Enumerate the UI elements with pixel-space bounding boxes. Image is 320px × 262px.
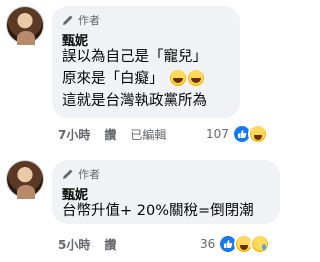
author-badge: 作者 (62, 12, 100, 28)
pen-icon (63, 15, 73, 25)
comment-meta: 5小時 讚 (58, 236, 130, 253)
author-badge-label: 作者 (78, 14, 100, 27)
comment-text-line: 台幣升值+ 20%關稅=倒閉潮 (62, 203, 254, 219)
haha-icon (247, 124, 268, 144)
avatar[interactable] (6, 160, 44, 199)
comment-timestamp[interactable]: 5小時 (58, 236, 90, 253)
like-action[interactable]: 讚 (104, 126, 116, 143)
reaction-summary[interactable]: 36 (200, 234, 271, 254)
comment-text-line-text: 原來是「白癡」 (62, 71, 164, 87)
sad-icon (250, 234, 271, 254)
avatar[interactable] (6, 6, 44, 45)
comment-bubble: 作者 甄妮 誤以為自己是「寵兒」 原來是「白癡」 這就是台灣執政黨所為 (52, 6, 240, 118)
author-badge: 作者 (62, 166, 100, 182)
comment-text-line: 誤以為自己是「寵兒」 (62, 49, 207, 65)
author-badge-label: 作者 (78, 168, 100, 181)
grinning-emoji-icon (170, 70, 187, 86)
reaction-summary[interactable]: 107 (206, 124, 268, 144)
like-action[interactable]: 讚 (104, 236, 116, 253)
grinning-emoji-icon (188, 70, 205, 86)
comment-text-line: 原來是「白癡」 (62, 70, 205, 88)
reaction-count: 107 (206, 127, 229, 141)
comment-text-line: 這就是台灣執政黨所為 (62, 93, 207, 109)
reaction-count: 36 (200, 237, 216, 251)
pen-icon (63, 169, 73, 179)
comment-2: 作者 甄妮 台幣升值+ 20%關稅=倒閉潮 5小時 讚 36 (0, 152, 294, 262)
comment-meta: 7小時 讚 已編輯 (58, 126, 180, 143)
comment-bubble: 作者 甄妮 台幣升值+ 20%關稅=倒閉潮 (52, 160, 280, 224)
edited-label[interactable]: 已編輯 (130, 126, 166, 143)
comment-author[interactable]: 甄妮 (62, 30, 88, 49)
comment-timestamp[interactable]: 7小時 (58, 126, 90, 143)
comment-author[interactable]: 甄妮 (62, 184, 88, 203)
comment-1: 作者 甄妮 誤以為自己是「寵兒」 原來是「白癡」 這就是台灣執政黨所為 7小時 … (0, 0, 294, 152)
